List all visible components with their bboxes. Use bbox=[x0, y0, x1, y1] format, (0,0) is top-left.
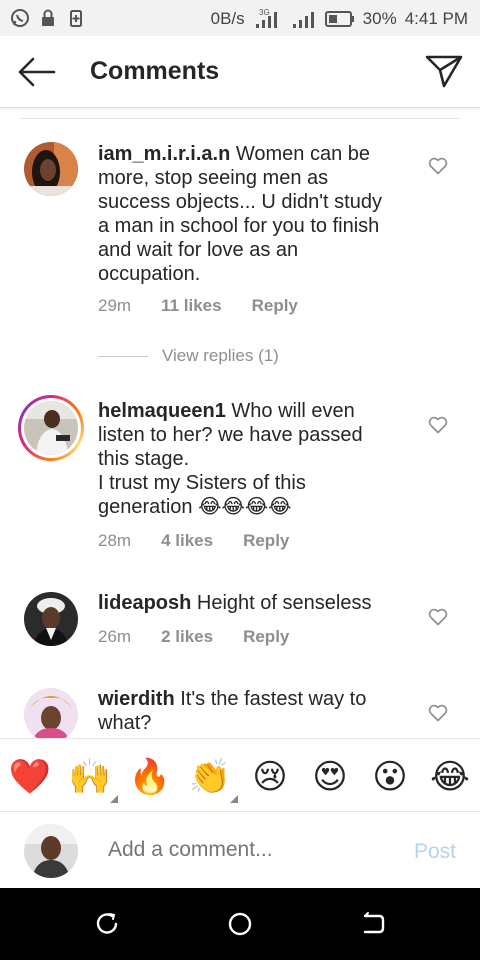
skin-tone-indicator bbox=[110, 795, 118, 803]
post-button[interactable]: Post bbox=[414, 840, 456, 864]
heart-icon[interactable] bbox=[428, 704, 448, 722]
emoji-heart-eyes[interactable]: 😍 bbox=[308, 755, 352, 799]
recent-apps-icon[interactable] bbox=[93, 910, 121, 938]
comment-text: wierdith It's the fastest way to what? bbox=[98, 687, 398, 735]
skin-tone-indicator bbox=[230, 795, 238, 803]
comment-username[interactable]: wierdith bbox=[98, 688, 175, 710]
emoji-fire[interactable]: 🔥 bbox=[128, 755, 172, 799]
emoji-tears-of-joy[interactable]: 😂 bbox=[428, 755, 472, 799]
add-comment-bar: Post bbox=[0, 812, 480, 888]
emoji-raised-hands[interactable]: 🙌 bbox=[68, 755, 118, 803]
emoji-quick-bar: ❤️ 🙌 🔥 👏 😢 😍 😮 😂 bbox=[0, 738, 480, 812]
emoji-clapping-hands[interactable]: 👏 bbox=[188, 755, 238, 803]
emoji-open-mouth[interactable]: 😮 bbox=[368, 755, 412, 799]
emoji-heart[interactable]: ❤️ bbox=[8, 755, 52, 799]
avatar bbox=[24, 824, 78, 878]
avatar[interactable] bbox=[24, 688, 78, 738]
comment-item: wierdith It's the fastest way to what? bbox=[0, 0, 480, 738]
home-icon[interactable] bbox=[226, 910, 254, 938]
back-nav-icon[interactable] bbox=[359, 910, 387, 938]
comment-input[interactable] bbox=[108, 838, 388, 862]
system-nav-bar bbox=[0, 888, 480, 960]
emoji-crying-face[interactable]: 😢 bbox=[248, 755, 292, 799]
